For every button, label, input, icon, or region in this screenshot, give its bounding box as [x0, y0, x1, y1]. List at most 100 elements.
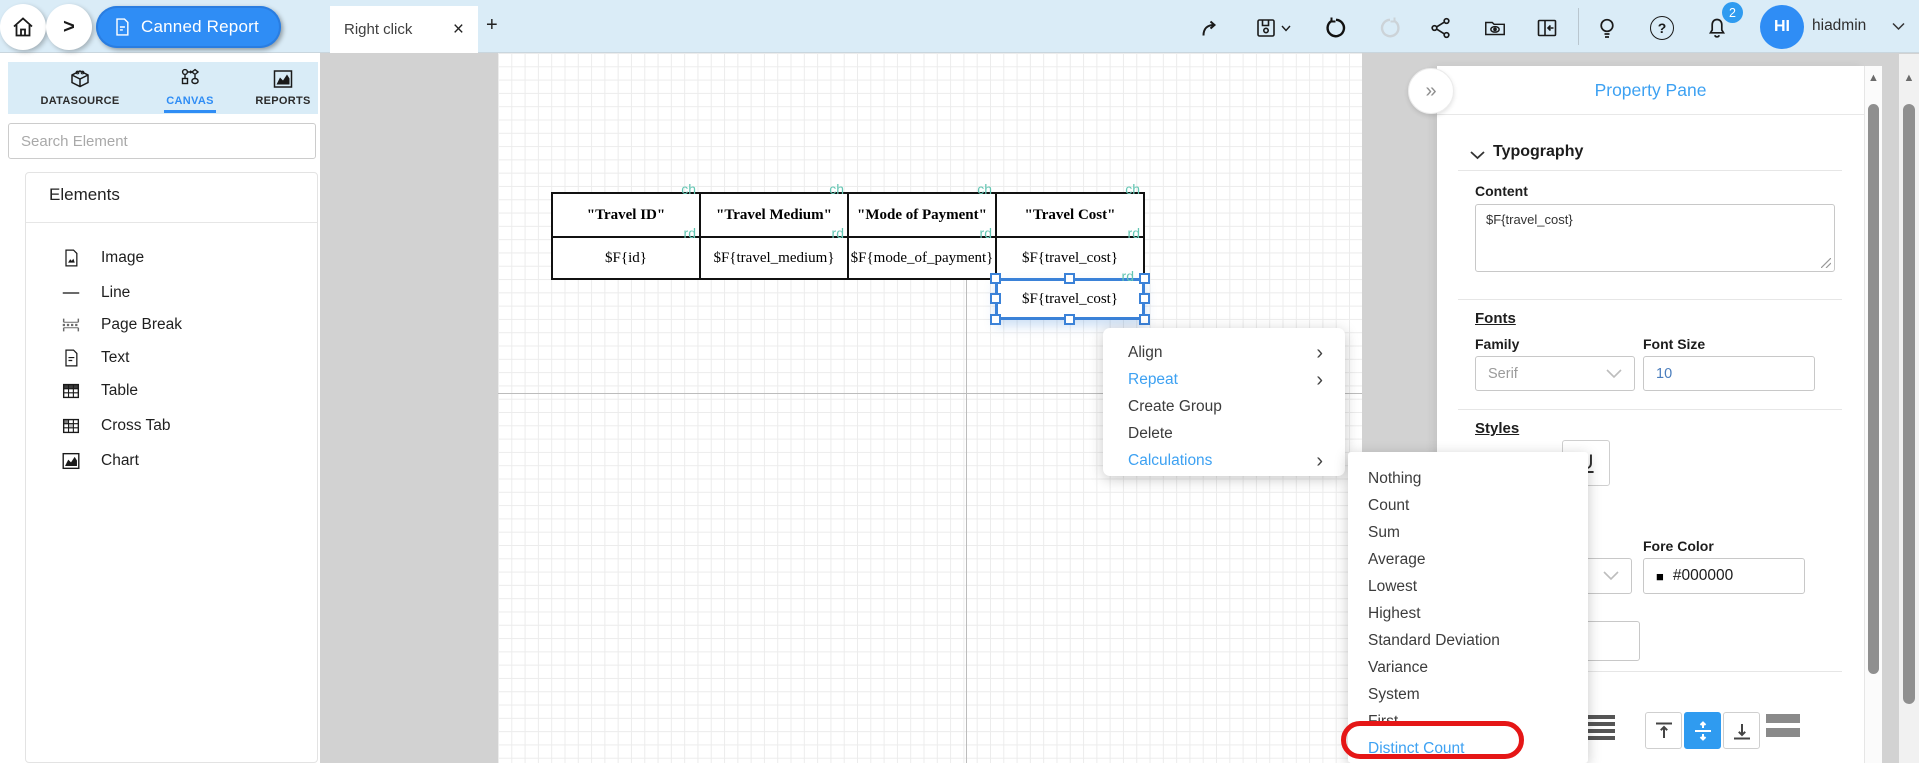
band-tag-rd: rd [979, 225, 992, 241]
header-cell[interactable]: "Travel Cost" ch [995, 182, 1145, 238]
breadcrumb-forward-button[interactable]: > [46, 4, 92, 50]
element-item-line[interactable]: Line [26, 278, 317, 308]
element-item-text[interactable]: Text [26, 343, 317, 373]
menu-item-label: Align [1128, 343, 1163, 361]
selection-handle-se[interactable] [1139, 314, 1150, 325]
tab-right-click[interactable]: Right click × [330, 6, 478, 53]
element-item-image[interactable]: Image [26, 243, 317, 273]
context-menu-item-align[interactable]: Align › [1103, 339, 1345, 366]
undo-button[interactable] [1324, 16, 1348, 40]
header-cell[interactable]: "Mode of Payment" ch [847, 182, 997, 238]
data-cell[interactable]: $F{mode_of_payment} rd [847, 226, 997, 280]
page-scrollbar[interactable]: ▲ [1899, 54, 1919, 763]
justify-align-icon[interactable] [1585, 715, 1615, 743]
fore-color-input[interactable]: ■ #000000 [1643, 558, 1805, 594]
redo-button[interactable] [1378, 16, 1402, 40]
context-menu-item-repeat[interactable]: Repeat › [1103, 366, 1345, 393]
submenu-item-distinct-count[interactable]: Distinct Count [1348, 735, 1588, 762]
header-cell[interactable]: "Travel Medium" ch [699, 182, 849, 238]
context-menu-item-delete[interactable]: Delete [1103, 420, 1345, 447]
selection-handle-nw[interactable] [990, 273, 1001, 284]
element-label: Table [101, 382, 139, 399]
stretch-bars-icon[interactable] [1766, 714, 1800, 742]
submenu-item-average[interactable]: Average [1348, 546, 1588, 573]
save-button[interactable] [1252, 16, 1292, 40]
preview-button[interactable] [1483, 16, 1507, 40]
scroll-up-icon[interactable]: ▲ [1865, 72, 1882, 84]
toggle-panel-button[interactable] [1535, 16, 1559, 40]
font-family-select[interactable]: Serif [1475, 356, 1635, 391]
search-element-input[interactable] [8, 123, 316, 159]
typography-collapse-icon[interactable] [1470, 147, 1485, 165]
element-item-table[interactable]: Table [26, 376, 317, 406]
submenu-item-system[interactable]: System [1348, 681, 1588, 708]
divider [1458, 409, 1842, 410]
page-scrollbar-thumb[interactable] [1903, 104, 1915, 704]
resize-handle-icon[interactable] [1821, 258, 1831, 268]
pane-scrollbar-thumb[interactable] [1868, 104, 1879, 674]
username-menu[interactable]: hiadmin [1812, 17, 1866, 35]
context-menu-item-calculations[interactable]: Calculations › [1103, 447, 1345, 474]
tab-close-icon[interactable]: × [453, 19, 464, 41]
redo-icon [1380, 17, 1400, 38]
scroll-up-icon[interactable]: ▲ [1899, 72, 1919, 84]
element-label: Chart [101, 452, 139, 469]
username-label: hiadmin [1812, 17, 1867, 34]
selection-handle-ne[interactable] [1139, 273, 1150, 284]
home-button[interactable] [0, 4, 46, 50]
submenu-arrow-icon: › [1316, 368, 1323, 391]
elements-panel-title: Elements [49, 185, 120, 204]
styles-heading: Styles [1475, 420, 1520, 437]
undo-icon [1326, 17, 1346, 38]
selection-handle-sw[interactable] [990, 314, 1001, 325]
tab-canvas[interactable]: CANVAS [140, 66, 240, 113]
export-button[interactable] [1199, 16, 1223, 40]
data-cell[interactable]: $F{id} rd [551, 226, 701, 280]
collapse-chevrons-icon: » [1425, 79, 1437, 102]
pane-scrollbar[interactable]: ▲ [1864, 66, 1882, 763]
data-cell[interactable]: $F{travel_medium} rd [699, 226, 849, 280]
tab-datasource[interactable]: DATASOURCE [30, 66, 130, 107]
header-cell[interactable]: "Travel ID" ch [551, 182, 701, 238]
selection-handle-s[interactable] [1064, 314, 1075, 325]
submenu-item-count[interactable]: Count [1348, 492, 1588, 519]
font-size-input[interactable]: 10 [1643, 356, 1815, 391]
new-tab-button[interactable]: + [486, 14, 498, 37]
user-chevron-down-icon[interactable] [1892, 22, 1905, 31]
vertical-align-middle-button[interactable] [1684, 712, 1721, 749]
submenu-item-nothing[interactable]: Nothing [1348, 465, 1588, 492]
context-menu-item-create-group[interactable]: Create Group [1103, 393, 1345, 420]
fore-color-label: Fore Color [1643, 538, 1714, 554]
app-window: "Travel ID" ch "Travel Medium" ch "Mode of… [0, 0, 1919, 763]
selected-cell-text: $F{travel_cost} [1021, 290, 1119, 307]
report-title-pill[interactable]: Canned Report [96, 6, 281, 48]
chevron-right-icon: > [63, 15, 75, 38]
tab-title: Right click [344, 21, 413, 38]
menu-item-label: Create Group [1128, 397, 1222, 415]
selection-handle-e[interactable] [1139, 293, 1150, 304]
avatar[interactable]: HI [1760, 5, 1804, 49]
element-item-cross-tab[interactable]: Cross Tab [26, 411, 317, 441]
selection-handle-n[interactable] [1064, 273, 1075, 284]
submenu-item-sum[interactable]: Sum [1348, 519, 1588, 546]
fore-color-value: #000000 [1672, 567, 1734, 584]
submenu-item-highest[interactable]: Highest [1348, 600, 1588, 627]
tab-reports[interactable]: REPORTS [233, 66, 333, 107]
element-label: Text [101, 349, 130, 366]
submenu-item-lowest[interactable]: Lowest [1348, 573, 1588, 600]
pane-collapse-button[interactable]: » [1408, 68, 1454, 114]
submenu-item-standard-deviation[interactable]: Standard Deviation [1348, 627, 1588, 654]
element-item-chart[interactable]: Chart [26, 446, 317, 476]
help-button[interactable]: ? [1650, 16, 1674, 40]
submenu-item-first[interactable]: First [1348, 708, 1588, 735]
share-button[interactable] [1429, 16, 1453, 40]
element-item-page-break[interactable]: Page Break [26, 310, 317, 340]
selection-handle-w[interactable] [990, 293, 1001, 304]
report-table[interactable]: "Travel ID" ch "Travel Medium" ch "Mode of… [551, 182, 1145, 280]
submenu-item-variance[interactable]: Variance [1348, 654, 1588, 681]
ideas-button[interactable] [1595, 16, 1619, 40]
typography-section-label[interactable]: Typography [1493, 143, 1583, 161]
vertical-align-top-button[interactable] [1645, 712, 1682, 749]
content-textarea[interactable]: $F{travel_cost} [1475, 204, 1835, 272]
vertical-align-bottom-button[interactable] [1723, 712, 1760, 749]
